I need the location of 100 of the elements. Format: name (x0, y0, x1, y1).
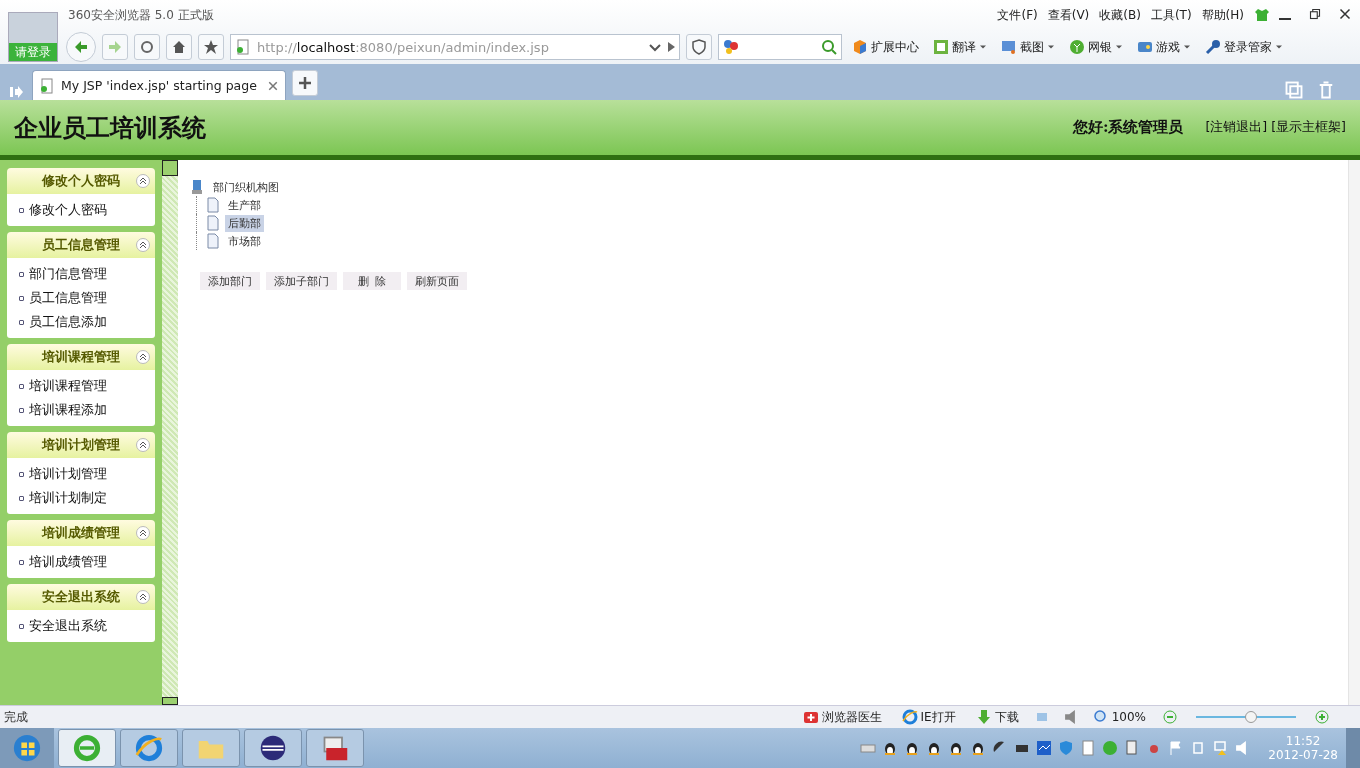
ie-icon (901, 709, 918, 725)
action-button[interactable]: 删 除 (343, 272, 401, 290)
collapse-toggle[interactable] (136, 526, 150, 540)
collapse-toggle[interactable] (136, 590, 150, 604)
header-link[interactable]: [显示主框架] (1271, 119, 1346, 136)
status-button[interactable]: IE打开 (897, 708, 960, 726)
shirt-icon (1254, 7, 1270, 23)
eclipse-icon (259, 734, 287, 762)
section-header[interactable]: 培训课程管理 (7, 344, 155, 370)
sidebar-link[interactable]: 修改个人密码 (19, 198, 155, 222)
section-title: 培训课程管理 (42, 348, 120, 366)
back-button[interactable] (66, 32, 96, 62)
sidebar-link[interactable]: 员工信息添加 (19, 310, 155, 334)
menu-item[interactable]: 文件(F) (997, 6, 1038, 24)
page-icon (39, 77, 55, 94)
speaker-icon (1234, 741, 1249, 755)
menu-item[interactable]: 查看(V) (1047, 6, 1090, 24)
status-text: 完成 (4, 708, 29, 726)
double-chevron-up-icon (139, 177, 147, 185)
windows-icon (1284, 80, 1304, 100)
restore-icon (1309, 8, 1321, 20)
sidebar-link[interactable]: 安全退出系统 (19, 614, 155, 638)
magnifier-icon (1092, 709, 1109, 725)
browser-tab[interactable]: My JSP 'index.jsp' starting page (32, 70, 286, 100)
forward-arrow-icon (107, 39, 123, 55)
action-button[interactable]: 刷新页面 (407, 272, 467, 290)
collapse-toggle[interactable] (136, 350, 150, 364)
home-button[interactable] (166, 34, 192, 60)
address-bar[interactable]: http://localhost:8080/peixun/admin/index.jsp (230, 34, 680, 60)
document-icon (205, 197, 221, 213)
section-header[interactable]: 修改个人密码 (7, 168, 155, 194)
sidebar-link[interactable]: 培训成绩管理 (19, 550, 155, 574)
toolbar-button[interactable]: 游戏 (1133, 38, 1195, 56)
tree-node[interactable]: 生产部 (225, 196, 264, 214)
ie-icon (135, 734, 163, 762)
refresh-button[interactable] (134, 34, 160, 60)
action-button[interactable]: 添加子部门 (266, 272, 337, 290)
action-button[interactable]: 添加部门 (200, 272, 260, 290)
scrollbar[interactable] (1348, 160, 1360, 705)
favorite-button[interactable] (198, 34, 224, 60)
start-button[interactable] (0, 728, 54, 768)
collapse-toggle[interactable] (136, 438, 150, 452)
tree-node[interactable]: 市场部 (225, 232, 264, 250)
section-title: 培训成绩管理 (42, 524, 120, 542)
toolbar-button[interactable]: 截图 (997, 38, 1059, 56)
section-header[interactable]: 安全退出系统 (7, 584, 155, 610)
sidebar-link[interactable]: 培训计划管理 (19, 462, 155, 486)
caret-icon (1183, 43, 1191, 51)
toolbar-button[interactable]: 网银 (1065, 38, 1127, 56)
sidebar-link[interactable]: 培训计划制定 (19, 486, 155, 510)
greeting: 您好:系统管理员 (1072, 118, 1184, 137)
search-field[interactable] (718, 34, 842, 60)
caret-icon (1047, 43, 1055, 51)
tree-root[interactable]: 部门织机构图 (210, 178, 282, 196)
system-title: 企业员工培训系统 (14, 111, 207, 144)
taskbar-app[interactable] (306, 729, 364, 767)
zoom-button[interactable]: 100% (1088, 709, 1150, 725)
security-button[interactable] (686, 34, 712, 60)
sidebar-link[interactable]: 部门信息管理 (19, 262, 155, 286)
collapse-toggle[interactable] (136, 174, 150, 188)
sidebar-link[interactable]: 培训课程管理 (19, 374, 155, 398)
double-chevron-up-icon (139, 593, 147, 601)
zoom-thumb[interactable] (1245, 711, 1257, 723)
sidebar-toggle-icon (8, 84, 24, 100)
section-header[interactable]: 培训计划管理 (7, 432, 155, 458)
section-header[interactable]: 员工信息管理 (7, 232, 155, 258)
double-chevron-up-icon (139, 441, 147, 449)
section-header[interactable]: 培训成绩管理 (7, 520, 155, 546)
tree-node[interactable]: 后勤部 (225, 214, 264, 232)
menu-item[interactable]: 收藏(B) (1099, 6, 1141, 24)
coin-icon (1069, 39, 1085, 55)
section-title: 员工信息管理 (42, 236, 120, 254)
double-chevron-up-icon (139, 241, 147, 249)
toolbar-button[interactable]: 扩展中心 (848, 38, 923, 56)
taskbar-app[interactable] (244, 729, 302, 767)
double-chevron-up-icon (139, 353, 147, 361)
splitter-button[interactable] (162, 697, 178, 705)
zoom-out-icon (1162, 709, 1178, 725)
network-icon (1212, 740, 1229, 756)
sidebar-link[interactable]: 培训课程添加 (19, 398, 155, 422)
close-icon (1339, 8, 1351, 20)
header-link[interactable]: [注销退出] (1205, 119, 1268, 136)
status-button[interactable]: 浏览器医生 (798, 708, 886, 726)
medical-kit-icon (802, 709, 819, 725)
zoom-in-icon (1314, 709, 1330, 725)
splitter-button[interactable] (162, 160, 178, 176)
shield-icon (1058, 740, 1075, 756)
sidebar-link[interactable]: 员工信息管理 (19, 286, 155, 310)
back-arrow-icon (73, 39, 89, 55)
status-button[interactable]: 下载 (971, 708, 1023, 726)
collapse-toggle[interactable] (136, 238, 150, 252)
section-title: 安全退出系统 (42, 588, 120, 606)
menu-item[interactable]: 帮助(H) (1201, 6, 1244, 24)
gamepad-icon (1137, 39, 1153, 55)
search-engine-icon (723, 39, 739, 55)
section-title: 培训计划管理 (42, 436, 120, 454)
toolbar-button[interactable]: 翻译 (929, 38, 991, 56)
new-tab-button[interactable] (292, 70, 318, 96)
toolbar-button[interactable]: 登录管家 (1201, 38, 1287, 56)
menu-item[interactable]: 工具(T) (1150, 6, 1192, 24)
